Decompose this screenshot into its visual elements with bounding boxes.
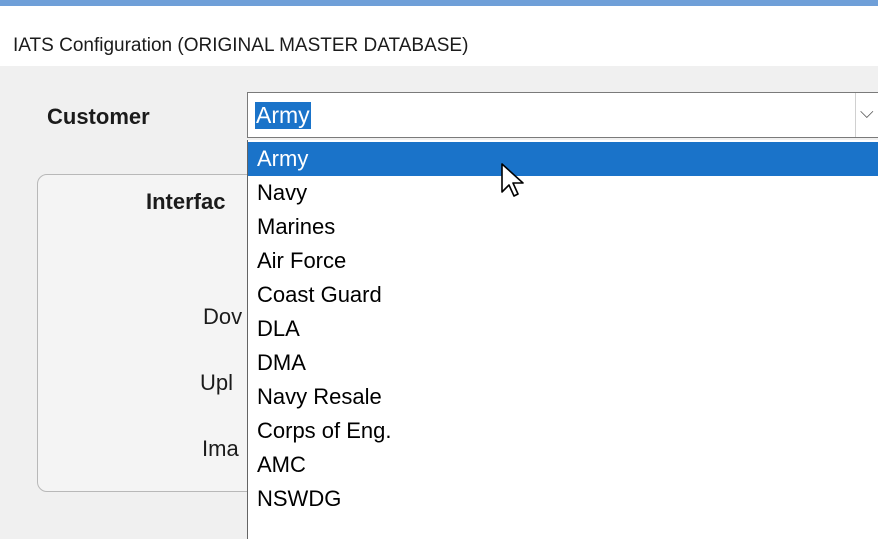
- interface-heading: Interfac: [146, 189, 226, 214]
- customer-combobox[interactable]: Army ⌵: [247, 92, 878, 138]
- dropdown-item-marines[interactable]: Marines: [248, 210, 878, 244]
- dropdown-item-navy[interactable]: Navy: [248, 176, 878, 210]
- upload-label: Upl: [200, 370, 234, 395]
- window-title: IATS Configuration (ORIGINAL MASTER DATA…: [13, 35, 469, 56]
- window-header: IATS Configuration (ORIGINAL MASTER DATA…: [0, 6, 878, 66]
- iats-configuration-window: IATS Configuration (ORIGINAL MASTER DATA…: [0, 0, 878, 539]
- dropdown-item-navy-resale[interactable]: Navy Resale: [248, 380, 878, 414]
- dropdown-item-corps-of-eng[interactable]: Corps of Eng.: [248, 414, 878, 448]
- dropdown-item-amc[interactable]: AMC: [248, 448, 878, 482]
- dropdown-item-coast-guard[interactable]: Coast Guard: [248, 278, 878, 312]
- image-label: Ima: [202, 436, 239, 461]
- dropdown-item-nswdg[interactable]: NSWDG: [248, 482, 878, 516]
- customer-dropdown-list[interactable]: Army Navy Marines Air Force Coast Guard …: [247, 140, 878, 539]
- mouse-pointer-icon: [501, 163, 524, 197]
- dropdown-item-air-force[interactable]: Air Force: [248, 244, 878, 278]
- combobox-divider: [855, 93, 856, 137]
- dropdown-item-dla[interactable]: DLA: [248, 312, 878, 346]
- customer-combobox-value[interactable]: Army: [255, 102, 311, 129]
- dropdown-item-army[interactable]: Army: [248, 142, 878, 176]
- download-label: Dov: [203, 304, 243, 329]
- dropdown-item-dma[interactable]: DMA: [248, 346, 878, 380]
- customer-label: Customer: [47, 104, 150, 129]
- chevron-down-icon[interactable]: ⌵: [860, 102, 874, 123]
